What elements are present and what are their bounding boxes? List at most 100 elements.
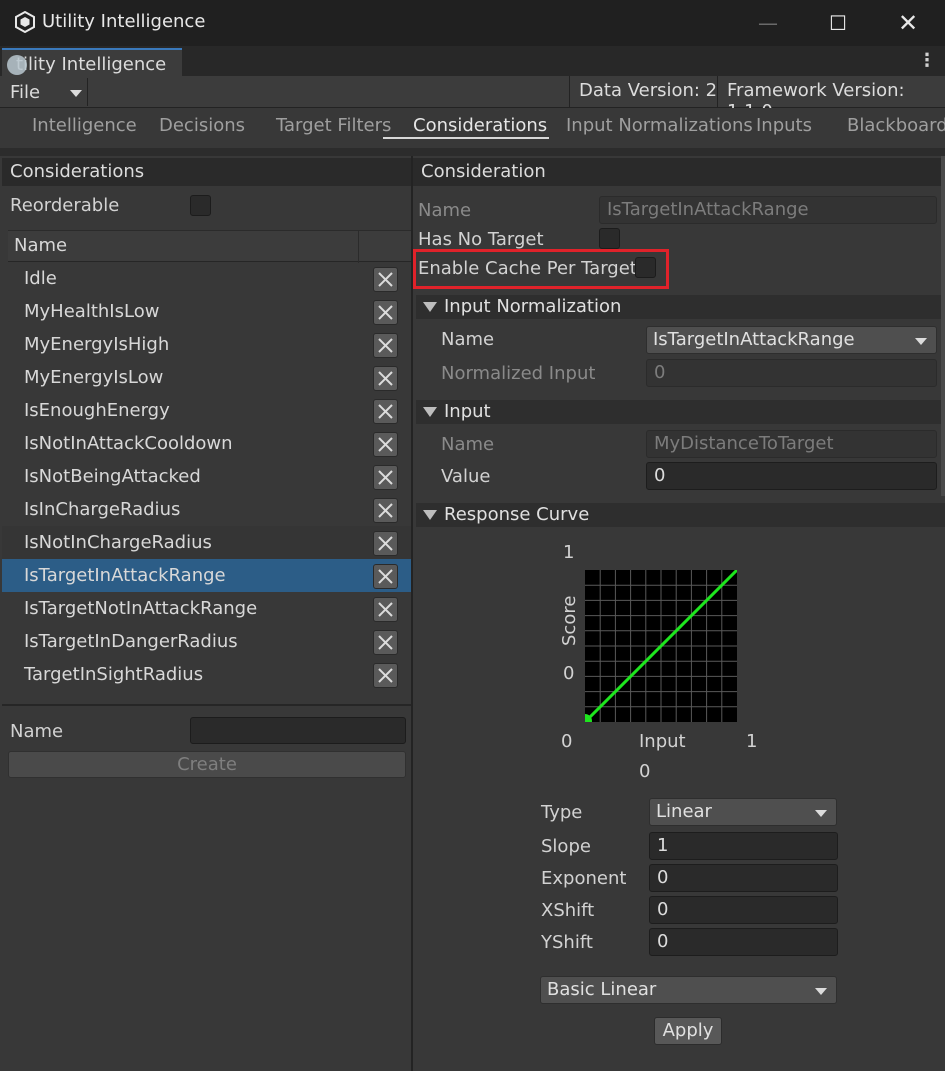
xshift-field[interactable]: 0 xyxy=(649,896,838,924)
tab-considerations[interactable]: Considerations xyxy=(413,115,547,136)
close-button[interactable]: ✕ xyxy=(886,6,930,40)
list-item-label: Idle xyxy=(24,268,57,289)
input-value-field[interactable]: 0 xyxy=(646,462,937,490)
slope-field[interactable]: 1 xyxy=(649,832,838,860)
input-section-header[interactable]: Input xyxy=(416,400,945,424)
has-no-target-checkbox[interactable] xyxy=(599,228,620,249)
close-icon xyxy=(378,602,393,617)
delete-button[interactable] xyxy=(373,498,398,523)
active-tab-indicator xyxy=(383,137,549,139)
list-item[interactable]: IsTargetNotInAttackRange xyxy=(2,592,411,625)
unity-logo-icon xyxy=(14,10,36,34)
list-item-label: MyEnergyIsLow xyxy=(24,367,164,388)
delete-button[interactable] xyxy=(373,432,398,457)
delete-button[interactable] xyxy=(373,465,398,490)
delete-button[interactable] xyxy=(373,366,398,391)
exponent-field[interactable]: 0 xyxy=(649,864,838,892)
list-item[interactable]: IsEnoughEnergy xyxy=(2,394,411,427)
close-icon xyxy=(378,536,393,551)
input-min-label: 0 xyxy=(561,731,573,752)
tab-intelligence[interactable]: Intelligence xyxy=(32,115,137,136)
more-options-icon[interactable]: ⋮ xyxy=(918,50,936,72)
delete-button[interactable] xyxy=(373,663,398,688)
reorderable-label: Reorderable xyxy=(10,195,120,216)
new-name-label: Name xyxy=(10,721,64,742)
tab-target-filters[interactable]: Target Filters xyxy=(276,115,391,136)
curve-preset-dropdown[interactable]: Basic Linear xyxy=(540,976,837,1004)
tab-blackboard[interactable]: Blackboard xyxy=(847,115,945,136)
list-item[interactable]: TargetInSightRadius xyxy=(2,658,411,691)
delete-button[interactable] xyxy=(373,630,398,655)
exponent-label: Exponent xyxy=(541,868,627,889)
apply-button[interactable]: Apply xyxy=(654,1017,722,1045)
list-item[interactable]: MyHealthIsLow xyxy=(2,295,411,328)
considerations-list-panel: Considerations Reorderable Name Idle MyHe… xyxy=(2,156,411,1071)
yshift-field[interactable]: 0 xyxy=(649,928,838,956)
considerations-panel-header: Considerations xyxy=(2,158,411,186)
delete-button[interactable] xyxy=(373,300,398,325)
tab-inputs[interactable]: Inputs xyxy=(756,115,812,136)
input-normalization-section-header[interactable]: Input Normalization xyxy=(416,295,945,319)
normalized-input-field: 0 xyxy=(646,359,937,387)
normalized-input-label: Normalized Input xyxy=(441,363,596,384)
curve-preset-value: Basic Linear xyxy=(547,979,657,1000)
dock-tab-utility-intelligence[interactable]: tility Intelligence xyxy=(2,48,182,76)
list-column-header: Name xyxy=(8,230,411,263)
list-item[interactable]: IsNotBeingAttacked xyxy=(2,460,411,493)
delete-button[interactable] xyxy=(373,333,398,358)
tab-input-normalizations[interactable]: Input Normalizations xyxy=(566,115,753,136)
maximize-button[interactable]: ☐ xyxy=(816,6,860,40)
minimize-button[interactable]: — xyxy=(746,6,790,40)
chevron-down-icon xyxy=(70,90,82,97)
file-menu-button[interactable]: File xyxy=(2,78,88,106)
close-icon xyxy=(378,569,393,584)
slope-label: Slope xyxy=(541,836,591,857)
collapse-caret-icon xyxy=(423,407,437,417)
curve-type-value: Linear xyxy=(656,801,712,822)
list-item[interactable]: MyEnergyIsLow xyxy=(2,361,411,394)
scrollbar[interactable] xyxy=(941,156,945,496)
close-icon xyxy=(378,503,393,518)
list-item-label: MyEnergyIsHigh xyxy=(24,334,170,355)
enable-cache-per-target-checkbox[interactable] xyxy=(635,257,656,278)
reorderable-checkbox[interactable] xyxy=(190,195,211,216)
chevron-down-icon xyxy=(915,338,927,345)
tab-decisions[interactable]: Decisions xyxy=(159,115,245,136)
delete-button[interactable] xyxy=(373,564,398,589)
delete-button[interactable] xyxy=(373,399,398,424)
input-value-label: Value xyxy=(441,466,491,487)
list-item[interactable]: IsTargetInAttackRange xyxy=(2,559,411,592)
list-item[interactable]: Idle xyxy=(2,262,411,295)
xshift-label: XShift xyxy=(541,900,595,921)
create-button[interactable]: Create xyxy=(8,751,406,778)
dock-tab-label: tility Intelligence xyxy=(16,54,167,75)
response-curve-section-header[interactable]: Response Curve xyxy=(416,503,945,527)
input-title: Input xyxy=(444,401,491,422)
list-item[interactable]: MyEnergyIsHigh xyxy=(2,328,411,361)
list-item-label: IsInChargeRadius xyxy=(24,499,181,520)
cursor-icon xyxy=(7,55,27,75)
panel-divider xyxy=(2,704,411,706)
list-item-label: IsTargetNotInAttackRange xyxy=(24,598,258,619)
data-version-label: Data Version: 2 xyxy=(579,80,718,101)
collapse-caret-icon xyxy=(423,302,437,312)
close-icon xyxy=(378,437,393,452)
list-item[interactable]: IsNotInAttackCooldown xyxy=(2,427,411,460)
chevron-down-icon xyxy=(815,988,827,995)
delete-button[interactable] xyxy=(373,531,398,556)
chevron-down-icon xyxy=(815,810,827,817)
list-item[interactable]: IsTargetInDangerRadius xyxy=(2,625,411,658)
input-max-label: 1 xyxy=(746,731,758,752)
delete-button[interactable] xyxy=(373,597,398,622)
list-item[interactable]: IsNotInChargeRadius xyxy=(2,526,411,559)
close-icon xyxy=(378,272,393,287)
list-item[interactable]: IsInChargeRadius xyxy=(2,493,411,526)
list-item-label: IsTargetInAttackRange xyxy=(24,565,226,586)
column-divider[interactable] xyxy=(358,231,359,263)
delete-button[interactable] xyxy=(373,267,398,292)
close-icon xyxy=(378,668,393,683)
curve-type-dropdown[interactable]: Linear xyxy=(649,798,837,826)
new-consideration-name-input[interactable] xyxy=(190,717,406,744)
tab-bar-border xyxy=(0,148,945,156)
input-normalization-dropdown[interactable]: IsTargetInAttackRange xyxy=(646,326,937,354)
